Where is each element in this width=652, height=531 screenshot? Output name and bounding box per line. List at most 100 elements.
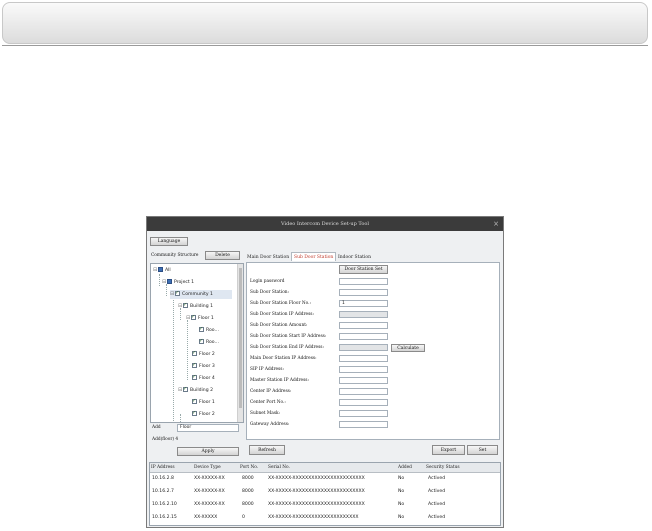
tree-item-project[interactable]: ⊟ Project 1 (162, 278, 194, 287)
column-header-device-type[interactable]: Device Type (194, 463, 221, 472)
checkbox-icon[interactable] (191, 313, 196, 322)
tree-item-building[interactable]: ⊟Building 1 (178, 301, 213, 311)
sub-ip-address-label: Sub Door Station IP Address: (250, 312, 314, 317)
amount-field[interactable] (339, 322, 388, 329)
tab-main-door-station[interactable]: Main Door Station (247, 253, 289, 262)
checkbox-icon[interactable] (199, 337, 204, 346)
cell-device-type: XX-XXXXX-XX (194, 476, 225, 481)
column-header-security-status[interactable]: Security Status (426, 463, 460, 472)
main-door-ip-field[interactable] (339, 355, 388, 362)
center-ip-field[interactable] (339, 388, 388, 395)
tree-item-floor[interactable]: Floor 3 (192, 361, 215, 371)
add-type-select[interactable]: Floor (177, 424, 239, 432)
tree-item-label: All (165, 268, 171, 273)
document-header-bar (2, 2, 648, 44)
sub-door-station-field[interactable] (339, 289, 388, 296)
start-ip-label: Sub Door Station Start IP Address: (250, 334, 327, 339)
checkbox-icon[interactable] (183, 301, 188, 310)
tree-item-floor[interactable]: Floor 4 (192, 373, 215, 383)
tree-item-room[interactable]: Roo... (199, 325, 219, 335)
tree-item-label: Floor 4 (199, 376, 215, 381)
amount-label: Sub Door Station Amount: (250, 323, 308, 328)
main-door-ip-label: Main Door Station IP Address: (250, 356, 317, 361)
door-station-set-button[interactable]: Door Station Set (339, 265, 388, 274)
checkbox-icon[interactable] (192, 349, 197, 358)
floor-no-field[interactable]: 1 (339, 300, 388, 307)
delete-button[interactable]: Delete (205, 251, 240, 260)
cell-device-type: XX-XXXXX (194, 515, 218, 520)
cell-security-status: Actived (428, 489, 446, 494)
cell-port: 0 (242, 515, 245, 520)
column-header-added[interactable]: Added (398, 463, 412, 472)
tree-item-label: Building 2 (190, 388, 214, 393)
device-table: IP Address Device Type Port No. Serial N… (149, 462, 501, 526)
column-header-serial[interactable]: Serial No. (268, 463, 290, 472)
cell-ip: 10.16.2.7 (152, 489, 174, 494)
window-title: Video Intercom Device Set-up Tool (281, 221, 369, 227)
tab-indoor-station[interactable]: Indoor Station (338, 253, 371, 262)
start-ip-field[interactable] (339, 333, 388, 340)
cell-added: No (398, 476, 405, 481)
refresh-button[interactable]: Refresh (249, 445, 285, 455)
checkbox-icon[interactable] (158, 267, 163, 272)
checkbox-icon[interactable] (175, 289, 180, 298)
checkbox-icon[interactable] (199, 325, 204, 334)
cell-device-type: XX-XXXXX-XX (194, 489, 225, 494)
subnet-mask-field[interactable] (339, 410, 388, 417)
scrollbar-thumb[interactable] (239, 268, 242, 408)
center-port-label: Center Port No.: (250, 400, 286, 405)
close-icon[interactable]: × (493, 217, 499, 231)
tree-item-all[interactable]: ⊟ All (153, 266, 171, 275)
column-header-ip[interactable]: IP Address (151, 463, 175, 472)
tree-item-label: Community 1 (182, 292, 213, 297)
gateway-field[interactable] (339, 421, 388, 428)
column-header-port[interactable]: Port No. (240, 463, 258, 472)
tree-item-floor[interactable]: Floor 2 (192, 349, 215, 359)
tree-item-label: Project 1 (174, 280, 195, 285)
cell-security-status: Actived (428, 476, 446, 481)
center-port-field[interactable] (339, 399, 388, 406)
cell-security-status: Actived (428, 502, 446, 507)
set-button[interactable]: Set (467, 445, 498, 455)
floor-no-label: Sub Door Station Floor No.: (250, 301, 311, 306)
export-button[interactable]: Export (432, 445, 465, 455)
sip-ip-label: SIP IP Address: (250, 367, 284, 372)
tree-item-community[interactable]: ⊟Community 1 (170, 289, 232, 299)
cell-ip: 10.16.2.10 (152, 502, 177, 507)
tab-sub-door-station[interactable]: Sub Door Station (291, 252, 337, 261)
tree-item-label: Roo... (206, 328, 219, 333)
tree-item-floor[interactable]: Floor 1 (192, 397, 215, 407)
cell-serial: XX-XXXXX-XXXXXXXXXXXXXXXXXXXXXXX (268, 476, 365, 481)
login-password-field[interactable] (339, 278, 388, 285)
cell-device-type: XX-XXXXX-XX (194, 502, 225, 507)
tree-item-floor[interactable]: Floor 2 (192, 409, 215, 419)
tree-item-floor[interactable]: ⊟Floor 1 (186, 313, 214, 323)
sub-door-station-label: Sub Door Station: (250, 290, 290, 295)
checkbox-icon[interactable] (183, 385, 188, 394)
tree-item-building[interactable]: ⊟Building 2 (178, 385, 214, 395)
cell-serial: XX-XXXXX-XXXXXXXXXXXXXXXXXXXXXXX (268, 489, 365, 494)
apply-button[interactable]: Apply (177, 447, 239, 456)
tree-item-room[interactable]: Roo... (199, 337, 219, 347)
tree-scrollbar[interactable] (237, 264, 243, 422)
community-tree[interactable]: ⊟All ⊟Project 1 ⊟Community 1 ⊟Building 1… (150, 263, 244, 423)
sip-ip-field[interactable] (339, 366, 388, 373)
language-button[interactable]: Language (150, 237, 188, 246)
checkbox-icon[interactable] (192, 409, 197, 418)
calculate-button[interactable]: Calculate (391, 344, 425, 352)
checkbox-icon[interactable] (192, 361, 197, 370)
cell-added: No (398, 515, 405, 520)
checkbox-icon[interactable] (192, 397, 197, 406)
checkbox-icon[interactable] (167, 279, 172, 284)
add-type-value: Floor (180, 425, 192, 430)
master-station-ip-field[interactable] (339, 377, 388, 384)
cell-added: No (398, 489, 405, 494)
field-value: 1 (342, 301, 345, 306)
cell-ip: 10.16.2.15 (152, 515, 177, 520)
cell-port: 8000 (242, 489, 254, 494)
cell-security-status: Actived (428, 515, 446, 520)
center-ip-label: Center IP Address: (250, 389, 292, 394)
cell-added: No (398, 502, 405, 507)
checkbox-icon[interactable] (192, 373, 197, 382)
app-window: Video Intercom Device Set-up Tool × Lang… (146, 216, 504, 528)
